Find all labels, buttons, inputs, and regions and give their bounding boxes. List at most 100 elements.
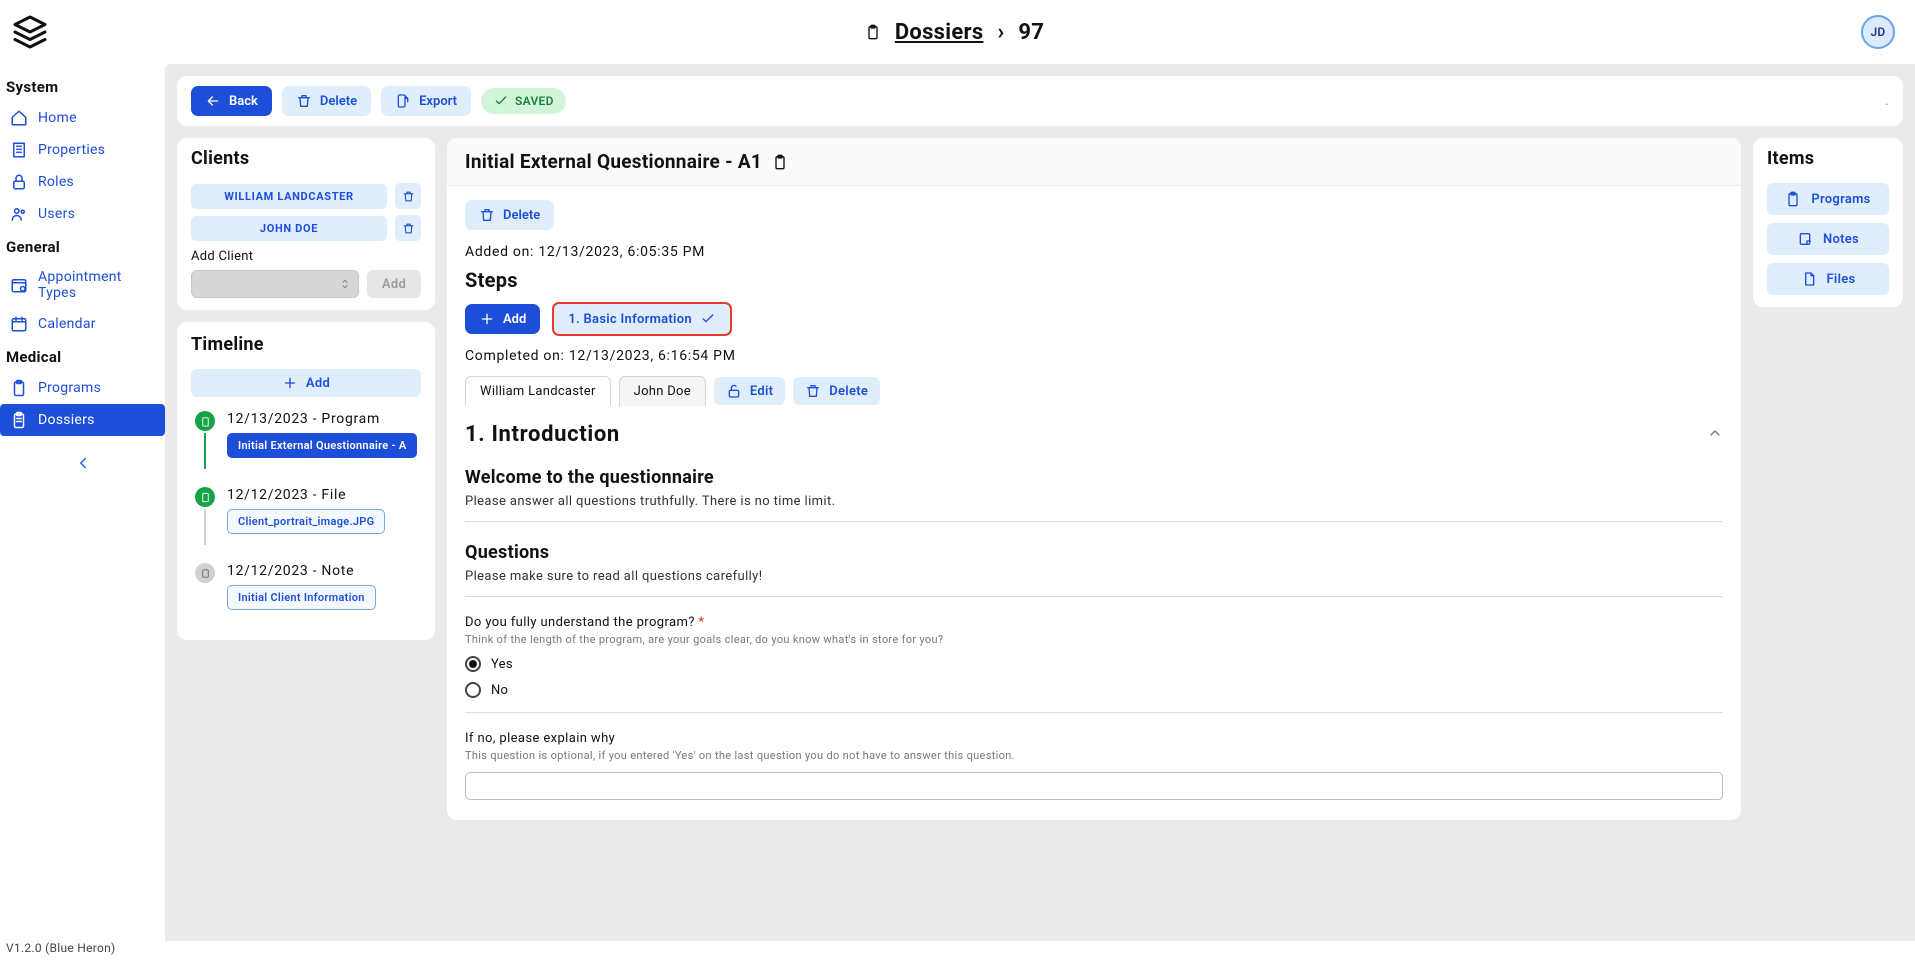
version-label: V1.2.0 (Blue Heron) bbox=[0, 941, 1915, 963]
collapse-sidebar-button[interactable] bbox=[0, 454, 165, 476]
sidebar-item-dossiers[interactable]: Dossiers bbox=[0, 404, 165, 436]
plus-icon bbox=[479, 311, 495, 327]
added-on: Added on: 12/13/2023, 6:05:35 PM bbox=[465, 244, 1723, 260]
question-2-input[interactable] bbox=[465, 772, 1723, 800]
sidebar-item-properties[interactable]: Properties bbox=[0, 134, 165, 166]
sidebar-item-label: Users bbox=[38, 206, 75, 222]
clients-panel-title: Clients bbox=[177, 138, 435, 177]
calendar-clock-icon bbox=[10, 276, 28, 294]
user-avatar[interactable]: JD bbox=[1861, 15, 1895, 49]
remove-client-button[interactable] bbox=[395, 215, 421, 241]
lock-open-icon bbox=[726, 383, 742, 399]
step-delete-button[interactable]: Delete bbox=[793, 377, 880, 405]
building-icon bbox=[10, 141, 28, 159]
trash-icon bbox=[805, 383, 821, 399]
timeline-item-link[interactable]: Client_portrait_image.JPG bbox=[227, 509, 385, 534]
program-title: Initial External Questionnaire - A1 bbox=[465, 150, 762, 173]
toolbar-overflow: . bbox=[1885, 93, 1889, 109]
remove-client-button[interactable] bbox=[395, 183, 421, 209]
plus-icon bbox=[282, 375, 298, 391]
main-content: Back Delete Export SAVED . Clients WILLI… bbox=[165, 64, 1915, 941]
add-step-label: Add bbox=[503, 312, 526, 327]
sidebar-item-home[interactable]: Home bbox=[0, 102, 165, 134]
step-chip-basic-information[interactable]: 1. Basic Information bbox=[552, 302, 732, 336]
collapse-section-button[interactable] bbox=[1707, 425, 1723, 445]
clipboard-icon bbox=[772, 154, 788, 170]
items-notes-button[interactable]: Notes bbox=[1767, 223, 1889, 255]
questions-heading: Questions bbox=[465, 542, 1723, 563]
timeline-item-title: 12/13/2023 - Program bbox=[227, 411, 421, 427]
program-delete-label: Delete bbox=[503, 208, 540, 223]
add-step-button[interactable]: Add bbox=[465, 304, 540, 334]
question-2-hint: This question is optional, if you entere… bbox=[465, 749, 1723, 762]
timeline-panel: Timeline Add 12/13/2023 - Program Initia… bbox=[177, 322, 435, 640]
items-files-label: Files bbox=[1827, 272, 1856, 287]
welcome-description: Please answer all questions truthfully. … bbox=[465, 494, 1723, 509]
completed-on: Completed on: 12/13/2023, 6:16:54 PM bbox=[465, 348, 1723, 364]
tab-client-2[interactable]: John Doe bbox=[619, 376, 706, 406]
breadcrumb-link[interactable]: Dossiers bbox=[895, 20, 984, 45]
sidebar-item-programs[interactable]: Programs bbox=[0, 372, 165, 404]
program-delete-button[interactable]: Delete bbox=[465, 200, 554, 230]
tab-client-1[interactable]: William Landcaster bbox=[465, 376, 611, 406]
check-icon bbox=[700, 311, 716, 327]
lock-icon bbox=[10, 173, 28, 191]
edit-button[interactable]: Edit bbox=[714, 377, 785, 405]
clipboard-icon bbox=[865, 24, 881, 40]
timeline-dot-icon bbox=[195, 563, 215, 583]
items-panel-title: Items bbox=[1753, 138, 1903, 177]
client-chip[interactable]: WILLIAM LANDCASTER bbox=[191, 184, 387, 209]
program-panel: Initial External Questionnaire - A1 Dele… bbox=[447, 138, 1741, 820]
delete-button[interactable]: Delete bbox=[282, 86, 371, 116]
items-panel: Items Programs Notes Files bbox=[1753, 138, 1903, 307]
delete-button-label: Delete bbox=[320, 94, 357, 109]
export-button[interactable]: Export bbox=[381, 86, 471, 116]
page-toolbar: Back Delete Export SAVED . bbox=[177, 76, 1903, 126]
steps-heading: Steps bbox=[465, 268, 1723, 292]
timeline-dot-icon bbox=[195, 487, 215, 507]
radio-no-label: No bbox=[491, 683, 508, 698]
step-delete-label: Delete bbox=[829, 384, 868, 399]
clipboard-icon bbox=[10, 379, 28, 397]
note-icon bbox=[1797, 231, 1813, 247]
timeline-item-link[interactable]: Initial External Questionnaire - A bbox=[227, 433, 417, 458]
edit-button-label: Edit bbox=[750, 384, 773, 399]
sidebar-item-users[interactable]: Users bbox=[0, 198, 165, 230]
sidebar-item-appointment-types[interactable]: Appointment Types bbox=[0, 262, 165, 308]
add-client-label: Add Client bbox=[191, 249, 421, 264]
clipboard-icon bbox=[1785, 191, 1801, 207]
client-chip[interactable]: JOHN DOE bbox=[191, 216, 387, 241]
sidebar-group-system: System bbox=[0, 70, 165, 102]
items-programs-button[interactable]: Programs bbox=[1767, 183, 1889, 215]
app-logo bbox=[12, 14, 48, 50]
sidebar-item-label: Roles bbox=[38, 174, 74, 190]
export-icon bbox=[395, 93, 411, 109]
sidebar-item-roles[interactable]: Roles bbox=[0, 166, 165, 198]
add-client-select[interactable] bbox=[191, 270, 359, 298]
items-programs-label: Programs bbox=[1811, 192, 1870, 207]
items-files-button[interactable]: Files bbox=[1767, 263, 1889, 295]
questions-description: Please make sure to read all questions c… bbox=[465, 569, 1723, 584]
question-1-label: Do you fully understand the program? * bbox=[465, 615, 1723, 630]
back-button[interactable]: Back bbox=[191, 86, 272, 116]
saved-status: SAVED bbox=[481, 88, 566, 114]
radio-yes-label: Yes bbox=[491, 657, 513, 672]
sidebar-item-calendar[interactable]: Calendar bbox=[0, 308, 165, 340]
radio-no[interactable] bbox=[465, 682, 481, 698]
breadcrumb: Dossiers › 97 bbox=[865, 20, 1044, 45]
timeline-item-title: 12/12/2023 - Note bbox=[227, 563, 421, 579]
timeline-item-link[interactable]: Initial Client Information bbox=[227, 585, 376, 610]
file-icon bbox=[1801, 271, 1817, 287]
question-1-hint: Think of the length of the program, are … bbox=[465, 633, 1723, 646]
welcome-heading: Welcome to the questionnaire bbox=[465, 467, 1723, 488]
items-notes-label: Notes bbox=[1823, 232, 1859, 247]
section-title: 1. Introduction bbox=[465, 422, 620, 447]
question-2-label: If no, please explain why bbox=[465, 731, 1723, 746]
sidebar-group-medical: Medical bbox=[0, 340, 165, 372]
calendar-icon bbox=[10, 315, 28, 333]
timeline-add-button[interactable]: Add bbox=[191, 369, 421, 397]
clipboard-list-icon bbox=[10, 411, 28, 429]
timeline-panel-title: Timeline bbox=[177, 322, 435, 363]
breadcrumb-current: 97 bbox=[1018, 20, 1044, 45]
radio-yes[interactable] bbox=[465, 656, 481, 672]
